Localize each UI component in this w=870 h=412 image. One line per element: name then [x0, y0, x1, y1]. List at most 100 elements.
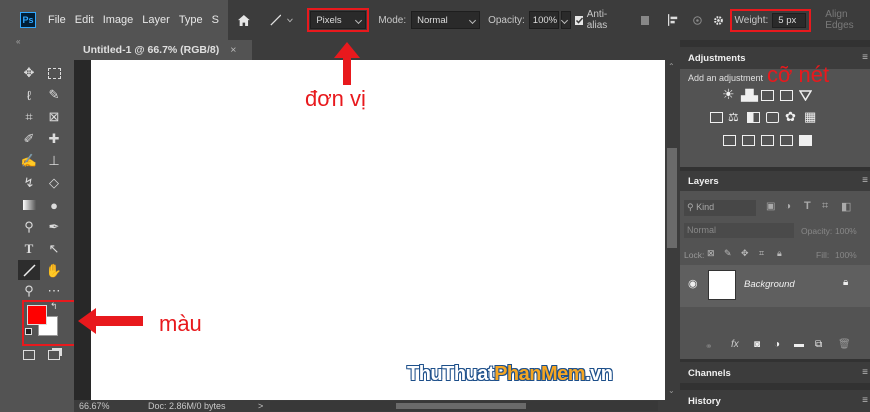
path-options-icon[interactable] [692, 14, 703, 27]
document-info[interactable]: Doc: 2.86M/0 bytes [148, 401, 226, 411]
collapse-icon[interactable]: « [16, 37, 20, 46]
channels-panel-header[interactable]: Channels ≡ [680, 362, 870, 383]
panel-menu-icon[interactable]: ≡ [862, 175, 868, 186]
layer-style-icon[interactable]: fx [731, 339, 739, 350]
selective-color-icon[interactable] [780, 135, 793, 146]
opacity-field[interactable]: 100% [528, 11, 559, 29]
eyedropper-tool-icon[interactable]: ✐ [20, 130, 38, 148]
quick-mask-icon[interactable] [20, 346, 38, 364]
hue-saturation-icon[interactable] [710, 112, 723, 123]
layers-panel-header[interactable]: Layers ≡ [680, 171, 870, 191]
document-canvas[interactable] [91, 60, 665, 400]
home-icon[interactable] [238, 14, 250, 27]
filter-pixel-icon[interactable]: ▣ [766, 201, 775, 212]
close-icon[interactable]: × [230, 44, 236, 56]
gradient-tool-icon[interactable] [20, 196, 38, 214]
filter-adjustment-icon[interactable]: ◑ [785, 201, 791, 212]
move-tool-icon[interactable]: ✥ [20, 64, 38, 82]
link-layers-icon[interactable]: ⚭ [705, 341, 713, 352]
photo-filter-icon[interactable] [766, 112, 779, 123]
opacity-dropdown[interactable] [560, 11, 572, 29]
new-layer-icon[interactable]: ⧉ [815, 339, 822, 350]
filter-smart-object-icon[interactable]: ◧ [841, 200, 851, 213]
channel-mixer-icon[interactable]: ✿ [785, 109, 796, 125]
document-tab[interactable]: Untitled-1 @ 66.7% (RGB/8) × [74, 40, 252, 60]
weight-field[interactable]: 5 px [772, 12, 807, 28]
panel-menu-icon[interactable]: ≡ [862, 395, 868, 406]
filter-kind-select[interactable]: ⚲ Kind [684, 200, 756, 216]
line-tool-preset-icon[interactable] [270, 13, 282, 27]
new-group-icon[interactable]: ▬ [794, 339, 804, 350]
dodge-tool-icon[interactable]: ⚲ [20, 218, 38, 236]
invert-icon[interactable] [723, 135, 736, 146]
menu-select[interactable]: S [212, 14, 219, 26]
type-tool-icon[interactable]: T [20, 240, 38, 258]
line-tool-icon[interactable] [18, 260, 40, 280]
eraser-tool-icon[interactable]: ◇ [45, 174, 63, 192]
stroke-color-swatch[interactable] [641, 15, 649, 25]
lock-all-icon[interactable]: 🔒︎ [777, 248, 782, 259]
menu-edit[interactable]: Edit [75, 14, 94, 26]
history-panel-header[interactable]: History ≡ [680, 390, 870, 412]
default-colors-icon[interactable] [25, 328, 32, 335]
scroll-up-icon[interactable]: ⌃ [668, 62, 675, 71]
more-tools-icon[interactable]: ⋯ [45, 282, 63, 300]
eye-icon[interactable]: ◉ [688, 277, 698, 290]
color-balance-icon[interactable]: ⚖ [728, 110, 739, 124]
horizontal-scrollbar-thumb[interactable] [396, 403, 526, 409]
clone-stamp-tool-icon[interactable]: ⊥ [45, 152, 63, 170]
blend-mode-select[interactable]: Normal [684, 223, 794, 238]
gear-icon[interactable] [713, 14, 724, 27]
levels-icon[interactable]: ▟▙ [741, 89, 758, 102]
zoom-tool-icon[interactable]: ⚲ [20, 282, 38, 300]
lasso-tool-icon[interactable]: ℓ [20, 86, 38, 104]
align-icon[interactable] [667, 13, 678, 27]
panel-menu-icon[interactable]: ≡ [862, 367, 868, 378]
brush-tool-icon[interactable]: ✍ [20, 152, 38, 170]
menu-layer[interactable]: Layer [142, 14, 170, 26]
layer-name[interactable]: Background [744, 279, 795, 290]
fill-value[interactable]: 100% [835, 250, 857, 260]
exposure-icon[interactable] [780, 90, 793, 101]
horizontal-scrollbar[interactable] [270, 401, 658, 411]
zoom-level[interactable]: 66.67% [79, 401, 110, 411]
lock-image-icon[interactable]: ✎ [724, 248, 732, 259]
align-edges-label[interactable]: Align Edges [825, 9, 870, 31]
marquee-tool-icon[interactable] [45, 64, 63, 82]
antialias-checkbox[interactable] [575, 15, 584, 25]
posterize-icon[interactable] [742, 135, 755, 146]
swap-colors-icon[interactable]: ↰ [50, 301, 58, 312]
filter-shape-icon[interactable]: ⌗ [822, 200, 828, 213]
layer-opacity-value[interactable]: 100% [835, 226, 857, 236]
quick-select-tool-icon[interactable]: ✎ [45, 86, 63, 104]
menu-type[interactable]: Type [179, 14, 203, 26]
foreground-color-swatch[interactable] [27, 305, 47, 325]
black-white-icon[interactable] [747, 112, 760, 123]
threshold-icon[interactable] [761, 135, 774, 146]
brightness-contrast-icon[interactable]: ☀ [722, 86, 735, 103]
add-mask-icon[interactable]: ◙ [754, 339, 760, 350]
pen-tool-icon[interactable]: ✒ [45, 218, 63, 236]
layer-row[interactable]: ◉ Background 🔒︎ [680, 265, 870, 307]
trash-icon[interactable]: 🗑︎ [838, 339, 851, 350]
scrollbar-thumb[interactable] [667, 148, 677, 248]
panel-menu-icon[interactable]: ≡ [862, 52, 868, 63]
gradient-map-icon[interactable] [799, 90, 812, 101]
filter-type-icon[interactable]: T [804, 200, 811, 212]
path-selection-tool-icon[interactable]: ↖ [45, 240, 63, 258]
gradient-map-2-icon[interactable] [799, 135, 812, 146]
curves-icon[interactable] [761, 90, 774, 101]
crop-tool-icon[interactable]: ⌗ [20, 108, 38, 126]
color-lookup-icon[interactable]: ▦ [804, 109, 816, 125]
mode-select[interactable]: Normal [411, 11, 481, 29]
status-menu-arrow[interactable]: > [258, 401, 263, 411]
healing-brush-tool-icon[interactable]: ✚ [45, 130, 63, 148]
units-select[interactable]: Pixels [310, 11, 367, 29]
menu-image[interactable]: Image [103, 14, 134, 26]
scroll-down-icon[interactable]: ⌄ [668, 386, 675, 395]
blur-tool-icon[interactable]: ● [45, 196, 63, 214]
hand-tool-icon[interactable]: ✋ [45, 262, 63, 280]
menu-file[interactable]: File [48, 14, 66, 26]
adjustment-layer-icon[interactable]: ◑ [774, 339, 780, 350]
history-brush-tool-icon[interactable]: ↯ [20, 174, 38, 192]
